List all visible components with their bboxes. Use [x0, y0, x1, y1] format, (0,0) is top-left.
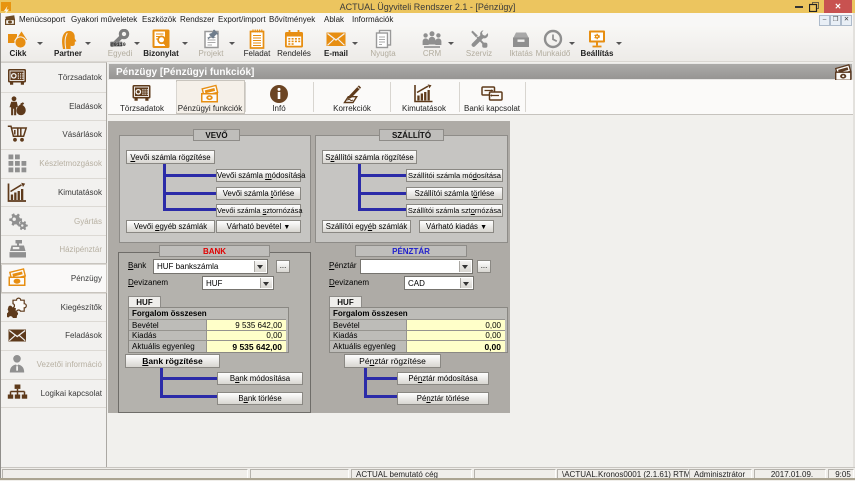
- svg-text:@0110: @0110: [111, 42, 126, 48]
